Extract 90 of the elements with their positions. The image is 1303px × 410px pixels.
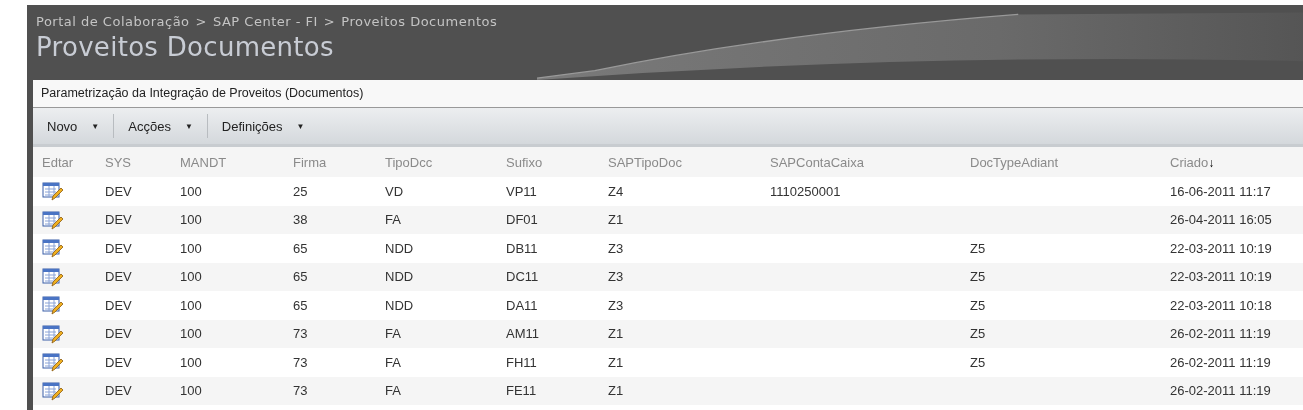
table-cell: Z3: [608, 240, 624, 256]
table-cell: 65: [293, 297, 308, 313]
table-cell: 100: [180, 183, 202, 199]
column-header[interactable]: Edtar: [42, 154, 105, 170]
table-cell: Z1: [608, 383, 624, 399]
table-cell: 26-02-2011 11:19: [1170, 383, 1271, 399]
table-cell: 26-02-2011 11:19: [1170, 354, 1271, 370]
table-cell: NDD: [385, 269, 414, 285]
table-cell: FA: [385, 212, 401, 228]
list-description: Parametrização da Integração de Proveitos (Documentos): [33, 80, 1303, 108]
breadcrumb-separator: >: [195, 14, 207, 29]
table-cell: NDD: [385, 297, 414, 313]
table-cell: Z5: [970, 297, 986, 313]
edit-icon[interactable]: [42, 209, 64, 230]
edit-icon[interactable]: [42, 380, 64, 401]
edit-icon[interactable]: [42, 295, 64, 316]
table-cell: 1110250001: [770, 183, 841, 199]
table-cell: DEV: [105, 183, 132, 199]
column-header[interactable]: SAPContaCaixa: [770, 154, 970, 170]
table-cell: Z5: [970, 269, 986, 285]
table-cell: FA: [385, 383, 401, 399]
table-cell: Z3: [608, 297, 624, 313]
table-cell: 25: [293, 183, 308, 199]
table-cell: DEV: [105, 383, 132, 399]
edit-icon[interactable]: [42, 238, 64, 259]
column-header[interactable]: Sufixo: [506, 154, 608, 170]
edit-icon[interactable]: [42, 323, 64, 344]
table-cell: VP11: [506, 183, 537, 199]
table-cell: DF01: [506, 212, 538, 228]
table-cell: 100: [180, 240, 202, 256]
edit-icon[interactable]: [42, 181, 64, 202]
table-cell: 65: [293, 240, 308, 256]
table-cell: 65: [293, 269, 308, 285]
breadcrumb-link[interactable]: Portal de Colaboração: [36, 14, 190, 29]
table-cell: Z1: [608, 354, 624, 370]
table-cell: 100: [180, 354, 202, 370]
table-cell: 22-03-2011 10:19: [1170, 240, 1272, 256]
table-cell: DB11: [506, 240, 538, 256]
column-header[interactable]: MANDT: [180, 154, 293, 170]
table-cell: 100: [180, 212, 202, 228]
table-cell: Z3: [608, 269, 624, 285]
menu-button[interactable]: Acções ▼: [120, 114, 201, 138]
table-cell: Z5: [970, 240, 986, 256]
breadcrumb-separator: >: [323, 14, 336, 29]
table-cell: DEV: [105, 297, 132, 313]
table-cell: VD: [385, 183, 404, 199]
table-cell: 16-06-2011 11:17: [1170, 183, 1271, 199]
table-cell: DEV: [105, 240, 132, 256]
column-header[interactable]: SYS: [105, 154, 180, 170]
breadcrumb-link[interactable]: SAP Center - FI: [212, 14, 318, 29]
column-header[interactable]: SAPTipoDoc: [608, 154, 770, 170]
table-cell: FE11: [506, 383, 537, 399]
table-cell: Z5: [970, 326, 986, 342]
table-cell: 22-03-2011 10:18: [1170, 297, 1272, 313]
breadcrumb-link[interactable]: Proveitos Documentos: [341, 14, 498, 29]
column-header[interactable]: DocTypeAdiant: [970, 154, 1170, 170]
table-cell: AM11: [506, 326, 539, 342]
table-cell: 100: [180, 297, 202, 313]
table-cell: 38: [293, 212, 308, 228]
edit-icon[interactable]: [42, 352, 64, 373]
table-cell: Z5: [970, 354, 986, 370]
table-cell: DC11: [506, 269, 539, 285]
table-cell: Z1: [608, 212, 624, 228]
table-cell: 100: [180, 269, 202, 285]
table-cell: FH11: [506, 354, 537, 370]
column-header[interactable]: TipoDcc: [385, 154, 506, 170]
table-cell: 26-04-2011 16:05: [1170, 212, 1272, 228]
column-header[interactable]: Firma: [293, 154, 385, 170]
table-cell: Z4: [608, 183, 624, 199]
table-cell: 100: [180, 383, 202, 399]
table-cell: 22-03-2011 10:19: [1170, 269, 1272, 285]
table-cell: 26-02-2011 11:19: [1170, 326, 1271, 342]
table-cell: 100: [180, 326, 202, 342]
table-cell: DEV: [105, 269, 132, 285]
table-cell: Z1: [608, 326, 624, 342]
column-header[interactable]: Criado↓: [1170, 154, 1300, 170]
table-cell: FA: [385, 354, 401, 370]
table-cell: 73: [293, 383, 308, 399]
menu-button[interactable]: Definições ▼: [213, 114, 313, 138]
table-cell: 73: [293, 326, 308, 342]
table-cell: DEV: [105, 212, 132, 228]
page-title: Proveitos Documentos: [36, 32, 335, 62]
table-cell: 73: [293, 354, 308, 370]
menu-button[interactable]: Novo ▼: [39, 114, 108, 138]
table-cell: NDD: [385, 240, 414, 256]
table-cell: FA: [385, 326, 401, 342]
table-cell: DEV: [105, 354, 132, 370]
table-cell: DA11: [506, 297, 538, 313]
table-cell: DEV: [105, 326, 132, 342]
edit-icon[interactable]: [42, 266, 64, 287]
